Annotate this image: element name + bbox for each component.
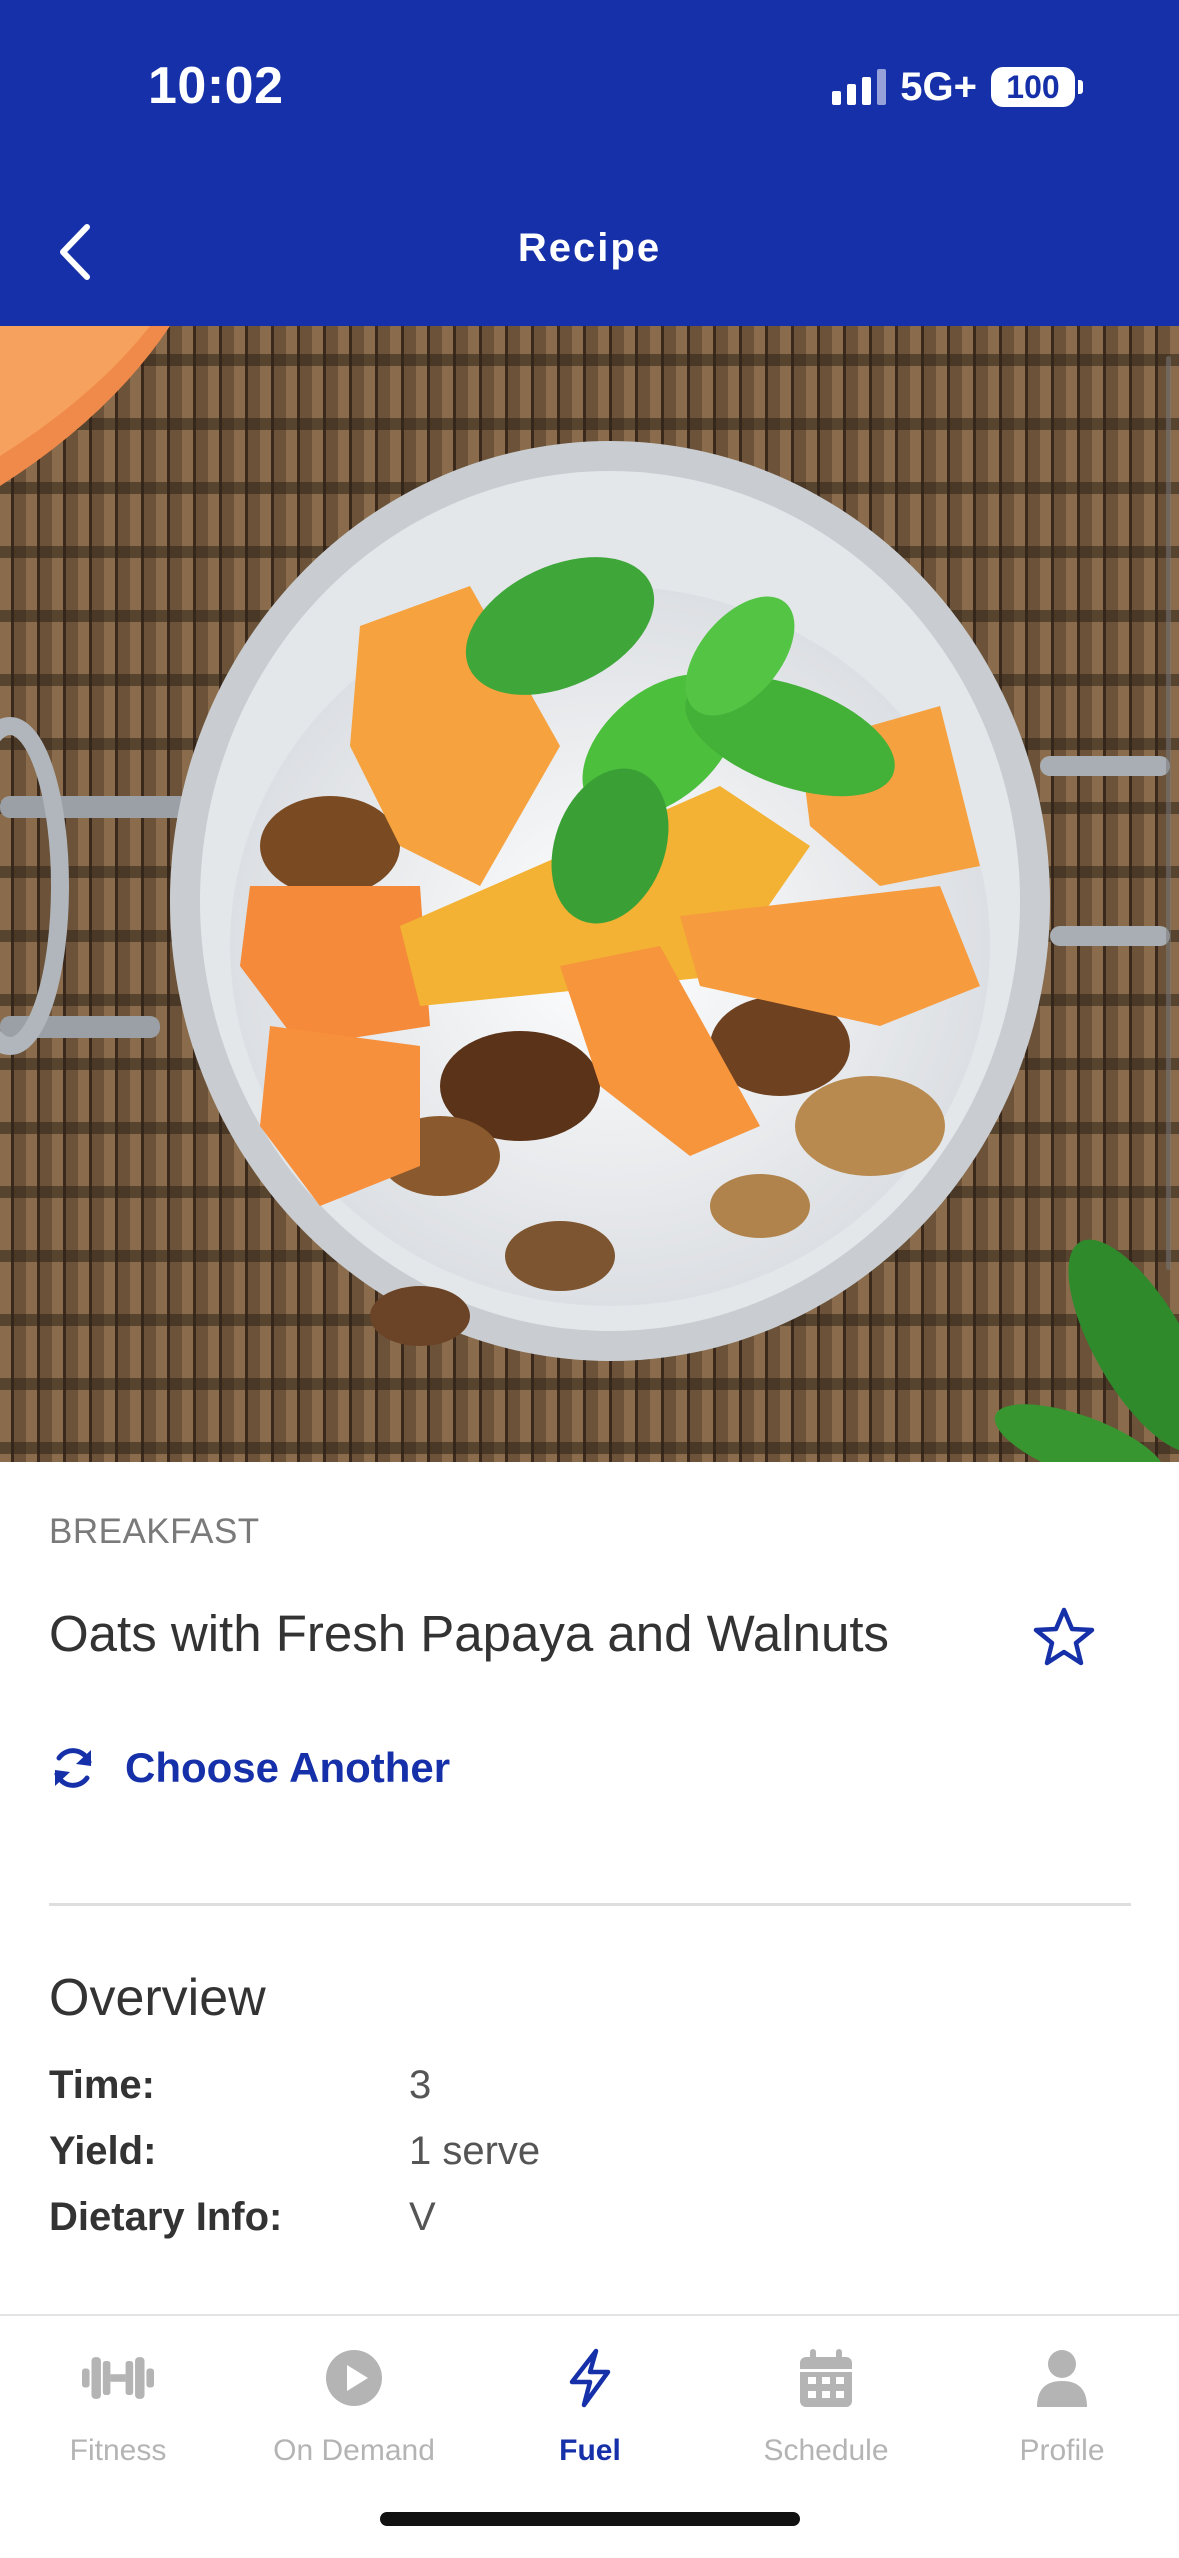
play-icon (318, 2342, 390, 2414)
tab-label: Profile (1019, 2434, 1105, 2467)
home-indicator[interactable] (380, 2512, 800, 2526)
tab-schedule[interactable]: Schedule (708, 2342, 944, 2492)
recipe-title: Oats with Fresh Papaya and Walnuts (49, 1605, 890, 1662)
recipe-image (0, 326, 1179, 1462)
status-indicators: 5G+ 100 (832, 62, 1083, 112)
lightning-icon (554, 2342, 626, 2414)
person-icon (1026, 2342, 1098, 2414)
overview-row-yield: Yield: 1 serve (49, 2129, 540, 2174)
divider (49, 1903, 1131, 1906)
tab-on-demand[interactable]: On Demand (236, 2342, 472, 2492)
dumbbell-icon (82, 2342, 154, 2414)
choose-another-label: Choose Another (125, 1744, 451, 1791)
tab-fuel[interactable]: Fuel (472, 2342, 708, 2492)
status-time: 10:02 (148, 57, 284, 115)
overview-value: 1 serve (409, 2129, 541, 2173)
overview-heading: Overview (49, 1969, 266, 2027)
star-icon (1033, 1607, 1095, 1666)
battery-level: 100 (991, 67, 1075, 107)
overview-value: 3 (409, 2063, 432, 2107)
tab-label: Fuel (559, 2434, 621, 2467)
favorite-button[interactable] (1030, 1604, 1098, 1672)
overview-label: Dietary Info: (49, 2195, 283, 2239)
overview-value: V (409, 2195, 436, 2239)
choose-another-button[interactable]: Choose Another (49, 1744, 450, 1792)
recipe-category: BREAKFAST (49, 1512, 260, 1551)
overview-label: Time: (49, 2063, 155, 2107)
battery-icon: 100 (991, 67, 1083, 107)
app-header: 10:02 5G+ 100 Recipe (0, 0, 1179, 326)
overview-label: Yield: (49, 2129, 157, 2173)
overview-row-dietary-info: Dietary Info: V (49, 2195, 436, 2240)
overview-row-time: Time: 3 (49, 2063, 431, 2108)
tab-profile[interactable]: Profile (944, 2342, 1179, 2492)
calendar-icon (790, 2342, 862, 2414)
tab-label: Fitness (69, 2434, 167, 2467)
tab-label: On Demand (273, 2434, 435, 2467)
page-title: Recipe (517, 226, 662, 270)
scroll-indicator[interactable] (1166, 356, 1171, 1270)
tab-fitness[interactable]: Fitness (0, 2342, 236, 2492)
refresh-icon (54, 1748, 92, 1788)
network-type: 5G+ (900, 64, 977, 109)
tab-label: Schedule (763, 2434, 889, 2467)
signal-icon (832, 69, 887, 105)
